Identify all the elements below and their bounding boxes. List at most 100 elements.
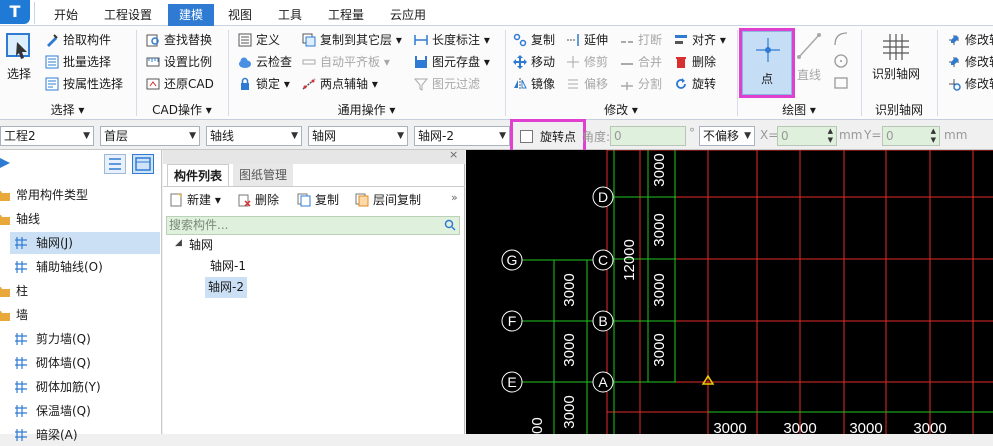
select-group-label[interactable]: 选择 ▾ (0, 101, 135, 117)
align-button[interactable]: 对齐 ▾ (674, 29, 726, 51)
floor-select[interactable]: 首层 ▼ (100, 126, 200, 146)
cad-group-label[interactable]: CAD操作 ▾ (137, 101, 227, 117)
copy-component-button[interactable]: 复制 (297, 189, 339, 211)
find-replace-button[interactable]: 查找替换 (146, 29, 212, 51)
rotate-button[interactable]: 旋转 (674, 73, 716, 95)
card-view-button[interactable] (132, 154, 154, 174)
dimension-label: 3000 (849, 420, 882, 434)
set-scale-button[interactable]: 设置比例 (146, 51, 212, 73)
copy-button[interactable]: 复制 (513, 29, 555, 51)
lock-button[interactable]: 锁定 ▾ (238, 73, 290, 95)
tab-start[interactable]: 开始 (46, 4, 86, 26)
modify-axis-button-2[interactable]: 修改轴 (947, 51, 993, 73)
drawing-canvas[interactable]: D G C F B E A 3000 3000 12000 3000 3000 3000 3000 3000… (466, 150, 993, 434)
extend-button[interactable]: 延伸 (566, 29, 608, 51)
batch-select-button[interactable]: 批量选择 (45, 51, 111, 73)
cloud-check-button[interactable]: 云检查 (238, 51, 292, 73)
define-button[interactable]: 定义 (238, 29, 280, 51)
rotate-point-checkbox[interactable] (520, 130, 533, 143)
auto-align-slab-button[interactable]: 自动平齐板 ▾ (302, 51, 390, 73)
modify-group-label[interactable]: 修改 ▾ (506, 101, 736, 117)
component-icon (15, 261, 27, 273)
elem-filter-button[interactable]: 图元过滤 (414, 73, 480, 95)
common-group-label[interactable]: 通用操作 ▾ (229, 101, 504, 117)
split-icon (621, 82, 633, 90)
search-input[interactable]: 搜索构件... (166, 216, 460, 235)
nav-item-label: 柱 (16, 284, 29, 298)
nav-item-3[interactable]: 辅助轴线(O) (10, 256, 160, 278)
copy-to-floor-button[interactable]: 复制到其它层 ▾ (302, 29, 402, 51)
move-button[interactable]: 移动 (513, 51, 555, 73)
delete-component-button[interactable]: 删除 (237, 189, 279, 211)
new-component-button[interactable]: 新建 ▾ (169, 189, 221, 211)
instance-select[interactable]: 轴网-2 ▼ (414, 126, 510, 146)
offset-button[interactable]: 偏移 (566, 73, 608, 95)
tab-component-list[interactable]: 构件列表 (167, 164, 230, 186)
nav-item-9[interactable]: 保温墙(Q) (10, 400, 160, 422)
tab-quantity[interactable]: 工程量 (320, 4, 372, 26)
attr-select-button[interactable]: 按属性选择 (45, 73, 123, 95)
list-view-button[interactable] (104, 154, 126, 174)
line-button[interactable]: 直线 (794, 31, 824, 95)
spinner-icon[interactable]: ▲ ▼ (828, 127, 833, 145)
tab-modeling[interactable]: 建模 (168, 4, 214, 26)
tab-cloud[interactable]: 云应用 (382, 4, 434, 26)
merge-button[interactable]: 合并 (620, 51, 662, 73)
split-button[interactable]: 分割 (620, 73, 662, 95)
nav-item-7[interactable]: 砌体墙(Q) (10, 352, 160, 374)
trim-button[interactable]: 修剪 (566, 51, 608, 73)
nav-item-10[interactable]: 暗梁(A) (10, 424, 160, 446)
search-icon[interactable] (444, 219, 456, 231)
two-point-axis-button[interactable]: 两点辅轴 ▾ (302, 73, 378, 95)
tree-root[interactable]: 轴网 (189, 235, 213, 255)
find-replace-icon (146, 34, 159, 47)
draw-group-label[interactable]: 绘图 ▾ (738, 101, 860, 117)
category-select[interactable]: 轴线 ▼ (206, 126, 302, 146)
x-input[interactable]: 0 ▲ ▼ (777, 126, 837, 146)
type-select[interactable]: 轴网 ▼ (308, 126, 408, 146)
tab-view[interactable]: 视图 (220, 4, 260, 26)
offset-mode-select[interactable]: 不偏移 ▼ (699, 126, 755, 146)
angle-input[interactable]: 0 (610, 126, 686, 146)
component-icon (15, 429, 27, 441)
line-icon (797, 33, 821, 59)
modify-axis-button-3[interactable]: 修改轴 (947, 73, 993, 95)
modify-axis-icon (949, 57, 959, 67)
modify-axis-button-1[interactable]: 修改轴 (947, 29, 993, 51)
floor-copy-button[interactable]: 层间复制 (355, 189, 421, 211)
recognize-axis-button[interactable]: 识别轴网 (866, 32, 926, 92)
restore-cad-button[interactable]: 还原CAD (146, 73, 214, 95)
circle-icon[interactable] (833, 53, 849, 69)
length-dim-button[interactable]: 长度标注 ▾ (414, 29, 490, 51)
nav-item-0[interactable]: 常用构件类型 (0, 184, 160, 206)
nav-item-5[interactable]: 墙 (0, 304, 160, 326)
pin-icon[interactable] (0, 158, 10, 168)
nav-item-6[interactable]: 剪力墙(Q) (10, 328, 160, 350)
menu-bar: T 开始 工程设置 建模 视图 工具 工程量 云应用 (0, 0, 993, 26)
delete-button[interactable]: 删除 (674, 51, 716, 73)
collapse-icon[interactable]: ◢ (175, 238, 182, 248)
elem-save-button[interactable]: 图元存盘 ▾ (414, 51, 490, 73)
project-select[interactable]: 工程2 ▼ (0, 126, 94, 146)
spinner-icon[interactable]: ▲ ▼ (931, 127, 936, 145)
nav-item-8[interactable]: 砌体加筋(Y) (10, 376, 160, 398)
nav-item-2[interactable]: 轴网(J) (10, 232, 160, 254)
component-item[interactable]: 轴网-1 (207, 256, 249, 276)
break-button[interactable]: 打断 (620, 29, 662, 51)
axis-grid-drawing[interactable]: D G C F B E A 3000 3000 12000 3000 3000 3000 3000 3000… (466, 150, 993, 434)
axis-label: G (507, 252, 518, 268)
rectangle-icon[interactable] (833, 75, 849, 91)
nav-item-1[interactable]: 轴线 (0, 208, 160, 230)
mirror-button[interactable]: 镜像 (513, 73, 555, 95)
pick-component-button[interactable]: 拾取构件 (45, 29, 111, 51)
y-input[interactable]: 0 ▲ ▼ (882, 126, 940, 146)
component-item-selected[interactable]: 轴网-2 (205, 277, 247, 298)
select-button[interactable]: 选择 (3, 32, 35, 96)
tab-drawing-mgmt[interactable]: 图纸管理 (233, 164, 294, 186)
close-icon[interactable]: × (449, 148, 458, 161)
tab-tools[interactable]: 工具 (270, 4, 310, 26)
more-icon[interactable]: » (451, 191, 458, 204)
tab-project-settings[interactable]: 工程设置 (96, 4, 160, 26)
arc-icon[interactable] (833, 31, 849, 47)
nav-item-4[interactable]: 柱 (0, 280, 160, 302)
